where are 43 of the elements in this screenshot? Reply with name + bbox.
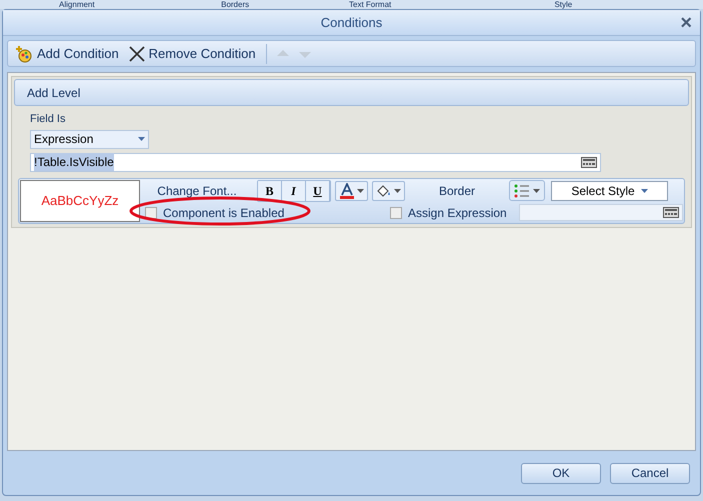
ribbon-group-label: Borders: [220, 0, 250, 9]
expression-field[interactable]: !Table.IsVisible: [30, 152, 601, 172]
calculator-icon[interactable]: [662, 207, 679, 218]
change-font-button[interactable]: Change Font...: [141, 182, 253, 200]
up-arrow-icon: [276, 50, 289, 58]
close-button[interactable]: ×: [680, 13, 692, 33]
format-button[interactable]: U: [306, 180, 330, 200]
ok-button[interactable]: OK: [521, 462, 601, 484]
font-color-button[interactable]: [335, 180, 368, 200]
border-button[interactable]: Border: [409, 182, 505, 200]
checkbox-label: Assign Expression: [408, 204, 507, 222]
caret-icon: [394, 188, 401, 192]
caret-icon: [138, 137, 145, 141]
window-title: Conditions: [320, 14, 382, 32]
calculator-icon[interactable]: [581, 156, 597, 168]
font-color-icon: [339, 182, 355, 198]
format-button[interactable]: I: [282, 180, 306, 200]
style-dropdown[interactable]: Select Style: [551, 180, 668, 200]
list-icon: [514, 184, 530, 198]
field-dropdown[interactable]: Expression: [30, 130, 149, 148]
checkbox[interactable]: [145, 206, 157, 218]
ribbon-group-label: Alignment: [58, 0, 96, 9]
assign-expression-field[interactable]: [518, 204, 683, 221]
checkbox-label: Component is Enabled: [163, 204, 284, 222]
format-button[interactable]: B: [258, 180, 282, 200]
level-header: Add Level: [14, 79, 689, 106]
paint-bucket-icon: [376, 184, 392, 198]
caret-icon: [357, 188, 364, 192]
fill-color-button[interactable]: [372, 180, 405, 200]
style-preview: AaBbCcYyZz: [20, 180, 140, 222]
remove-condition-button[interactable]: Remove Condition: [126, 44, 258, 64]
ribbon-group-label: Text Format: [348, 0, 392, 9]
checkbox[interactable]: [390, 206, 402, 218]
cancel-button[interactable]: Cancel: [610, 462, 690, 484]
add-icon: [15, 44, 33, 62]
close-icon: [128, 46, 145, 62]
caret-icon: [533, 188, 540, 192]
field-label: Field Is: [30, 112, 66, 127]
ribbon-group-label: Style: [553, 0, 574, 9]
add-condition-button[interactable]: Add Condition: [13, 44, 121, 64]
caret-icon: [640, 188, 648, 192]
list-style-button[interactable]: [509, 180, 545, 201]
down-arrow-icon: [298, 50, 311, 58]
